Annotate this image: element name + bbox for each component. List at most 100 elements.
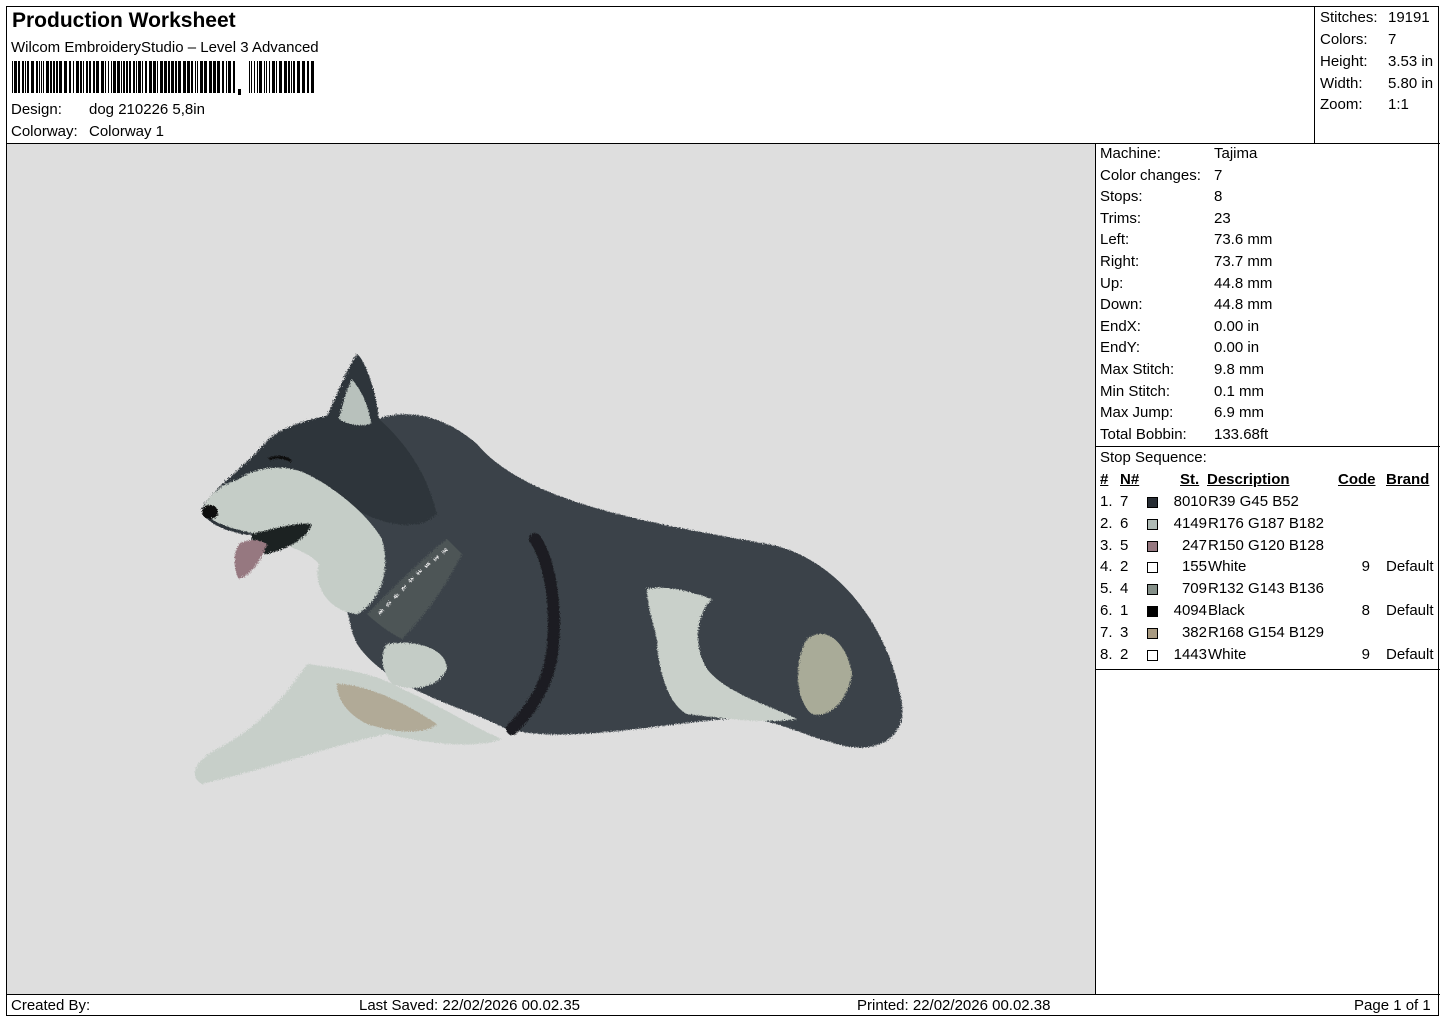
barcode-bar (43, 61, 44, 93)
machine-info-panel: Machine: Tajima Color changes: 7 Stops: 8 Trim… (1096, 144, 1440, 994)
machine-info-row: Machine: Tajima (1100, 145, 1257, 162)
page-number: Page 1 of 1 (1354, 997, 1431, 1014)
machine-info-row: EndY: 0.00 in (1100, 339, 1259, 356)
barcode-bar (93, 61, 95, 93)
row-stitches: 4149 (1173, 514, 1207, 532)
barcode-bar (108, 61, 109, 93)
barcode-bar (133, 61, 135, 93)
barcode-bar (297, 61, 300, 93)
barcode-bar (56, 61, 58, 93)
barcode-bar (171, 61, 174, 93)
barcode-bar (129, 61, 131, 93)
barcode-bar (153, 61, 156, 93)
table-row: 6. 1 4094 Black 8 Default (1096, 602, 1440, 624)
row-num: 5. (1100, 580, 1113, 598)
row-needle: 5 (1120, 536, 1129, 554)
worksheet-footer: Created By: Last Saved: 22/02/2026 00.02… (7, 994, 1440, 1017)
husky-embroidery-image (194, 354, 903, 784)
machine-info-row: Down: 44.8 mm (1100, 296, 1272, 313)
barcode-bar (178, 61, 181, 93)
barcode-bar (149, 61, 152, 93)
row-needle: 3 (1120, 623, 1129, 641)
barcode-bar (200, 61, 203, 93)
barcode-bar (138, 61, 141, 93)
page-title: Production Worksheet (12, 9, 236, 32)
machine-info-row: Left: 73.6 mm (1100, 231, 1272, 248)
barcode-bar (73, 61, 74, 93)
barcode-bar (266, 61, 267, 93)
info-label: Min Stitch: (1100, 382, 1171, 400)
table-row: 8. 2 1443 White 9 Default (1096, 646, 1440, 668)
info-value: Tajima (1214, 145, 1258, 162)
stop-sequence-title: Stop Sequence: (1100, 449, 1207, 466)
info-label: Right: (1100, 253, 1140, 270)
barcode-bar (123, 61, 125, 93)
barcode-bar (113, 61, 116, 93)
row-needle: 2 (1120, 558, 1129, 576)
machine-info-row: Stops: 8 (1100, 188, 1222, 205)
barcode-bar (259, 61, 262, 93)
row-description: R168 G154 B129 (1208, 623, 1324, 641)
info-label: Max Stitch: (1100, 361, 1175, 378)
barcode-bar (249, 61, 250, 93)
info-value: 133.68ft (1214, 425, 1269, 443)
info-value: 44.8 mm (1214, 296, 1273, 314)
colorway-label: Colorway: (11, 123, 78, 140)
barcode-bar (233, 61, 235, 93)
info-value: 73.6 mm (1214, 231, 1273, 249)
info-value: 9.8 mm (1214, 361, 1265, 378)
barcode-bar (284, 61, 287, 93)
barcode-bar (22, 61, 24, 93)
col-description-header: Description (1207, 471, 1290, 488)
barcode-bar (302, 61, 305, 93)
barcode-bar (12, 61, 13, 93)
row-needle: 4 (1120, 580, 1129, 598)
barcode-bar (105, 61, 106, 93)
software-name: Wilcom EmbroideryStudio – Level 3 Advanc… (11, 39, 319, 56)
zoom-stat: Zoom: 1:1 (1320, 96, 1409, 113)
table-row: 1. 7 8010 R39 G45 B52 (1096, 493, 1440, 515)
col-n-header: N# (1120, 471, 1140, 488)
color-swatch (1147, 497, 1158, 508)
machine-info-row: Right: 73.7 mm (1100, 253, 1272, 270)
colors-stat: Colors: 7 (1320, 31, 1397, 48)
col-num-header: # (1100, 471, 1109, 488)
barcode-bar (36, 61, 38, 93)
barcode-bar (41, 61, 42, 93)
info-label: EndX: (1100, 317, 1141, 335)
table-row: 2. 6 4149 R176 G187 B182 (1096, 515, 1440, 537)
colorway-value: Colorway 1 (89, 123, 165, 140)
row-num: 8. (1100, 645, 1113, 663)
barcode-bar (18, 61, 20, 93)
machine-info-row: Up: 44.8 mm (1100, 275, 1272, 292)
width-stat: Width: 5.80 in (1320, 75, 1434, 92)
row-needle: 6 (1120, 514, 1129, 532)
barcode-bar (117, 61, 120, 93)
created-by: Created By: (11, 997, 91, 1014)
barcode-bar (187, 61, 190, 93)
barcode (12, 61, 314, 95)
barcode-bar (27, 61, 29, 93)
row-stitches: 4094 (1173, 602, 1207, 619)
info-label: Max Jump: (1100, 404, 1174, 422)
barcode-bar (53, 61, 55, 93)
row-needle: 2 (1120, 645, 1129, 663)
color-swatch (1147, 518, 1158, 530)
row-num: 7. (1100, 623, 1113, 641)
barcode-bar (136, 61, 137, 93)
barcode-bar (288, 61, 290, 93)
table-row: 5. 4 709 R132 G143 B136 (1096, 580, 1440, 602)
row-description: White (1208, 645, 1247, 663)
row-description: R176 G187 B182 (1208, 514, 1324, 532)
barcode-bar (175, 61, 177, 93)
row-description: White (1208, 558, 1247, 576)
barcode-bar (307, 61, 309, 93)
barcode-bar (86, 61, 88, 93)
row-brand: Default (1386, 602, 1434, 619)
machine-info-row: EndX: 0.00 in (1100, 318, 1259, 335)
row-num: 6. (1100, 602, 1113, 619)
row-stitches: 709 (1181, 580, 1207, 598)
barcode-bar (264, 61, 265, 93)
table-row: 4. 2 155 White 9 Default (1096, 558, 1440, 580)
col-brand-header: Brand (1386, 471, 1430, 488)
